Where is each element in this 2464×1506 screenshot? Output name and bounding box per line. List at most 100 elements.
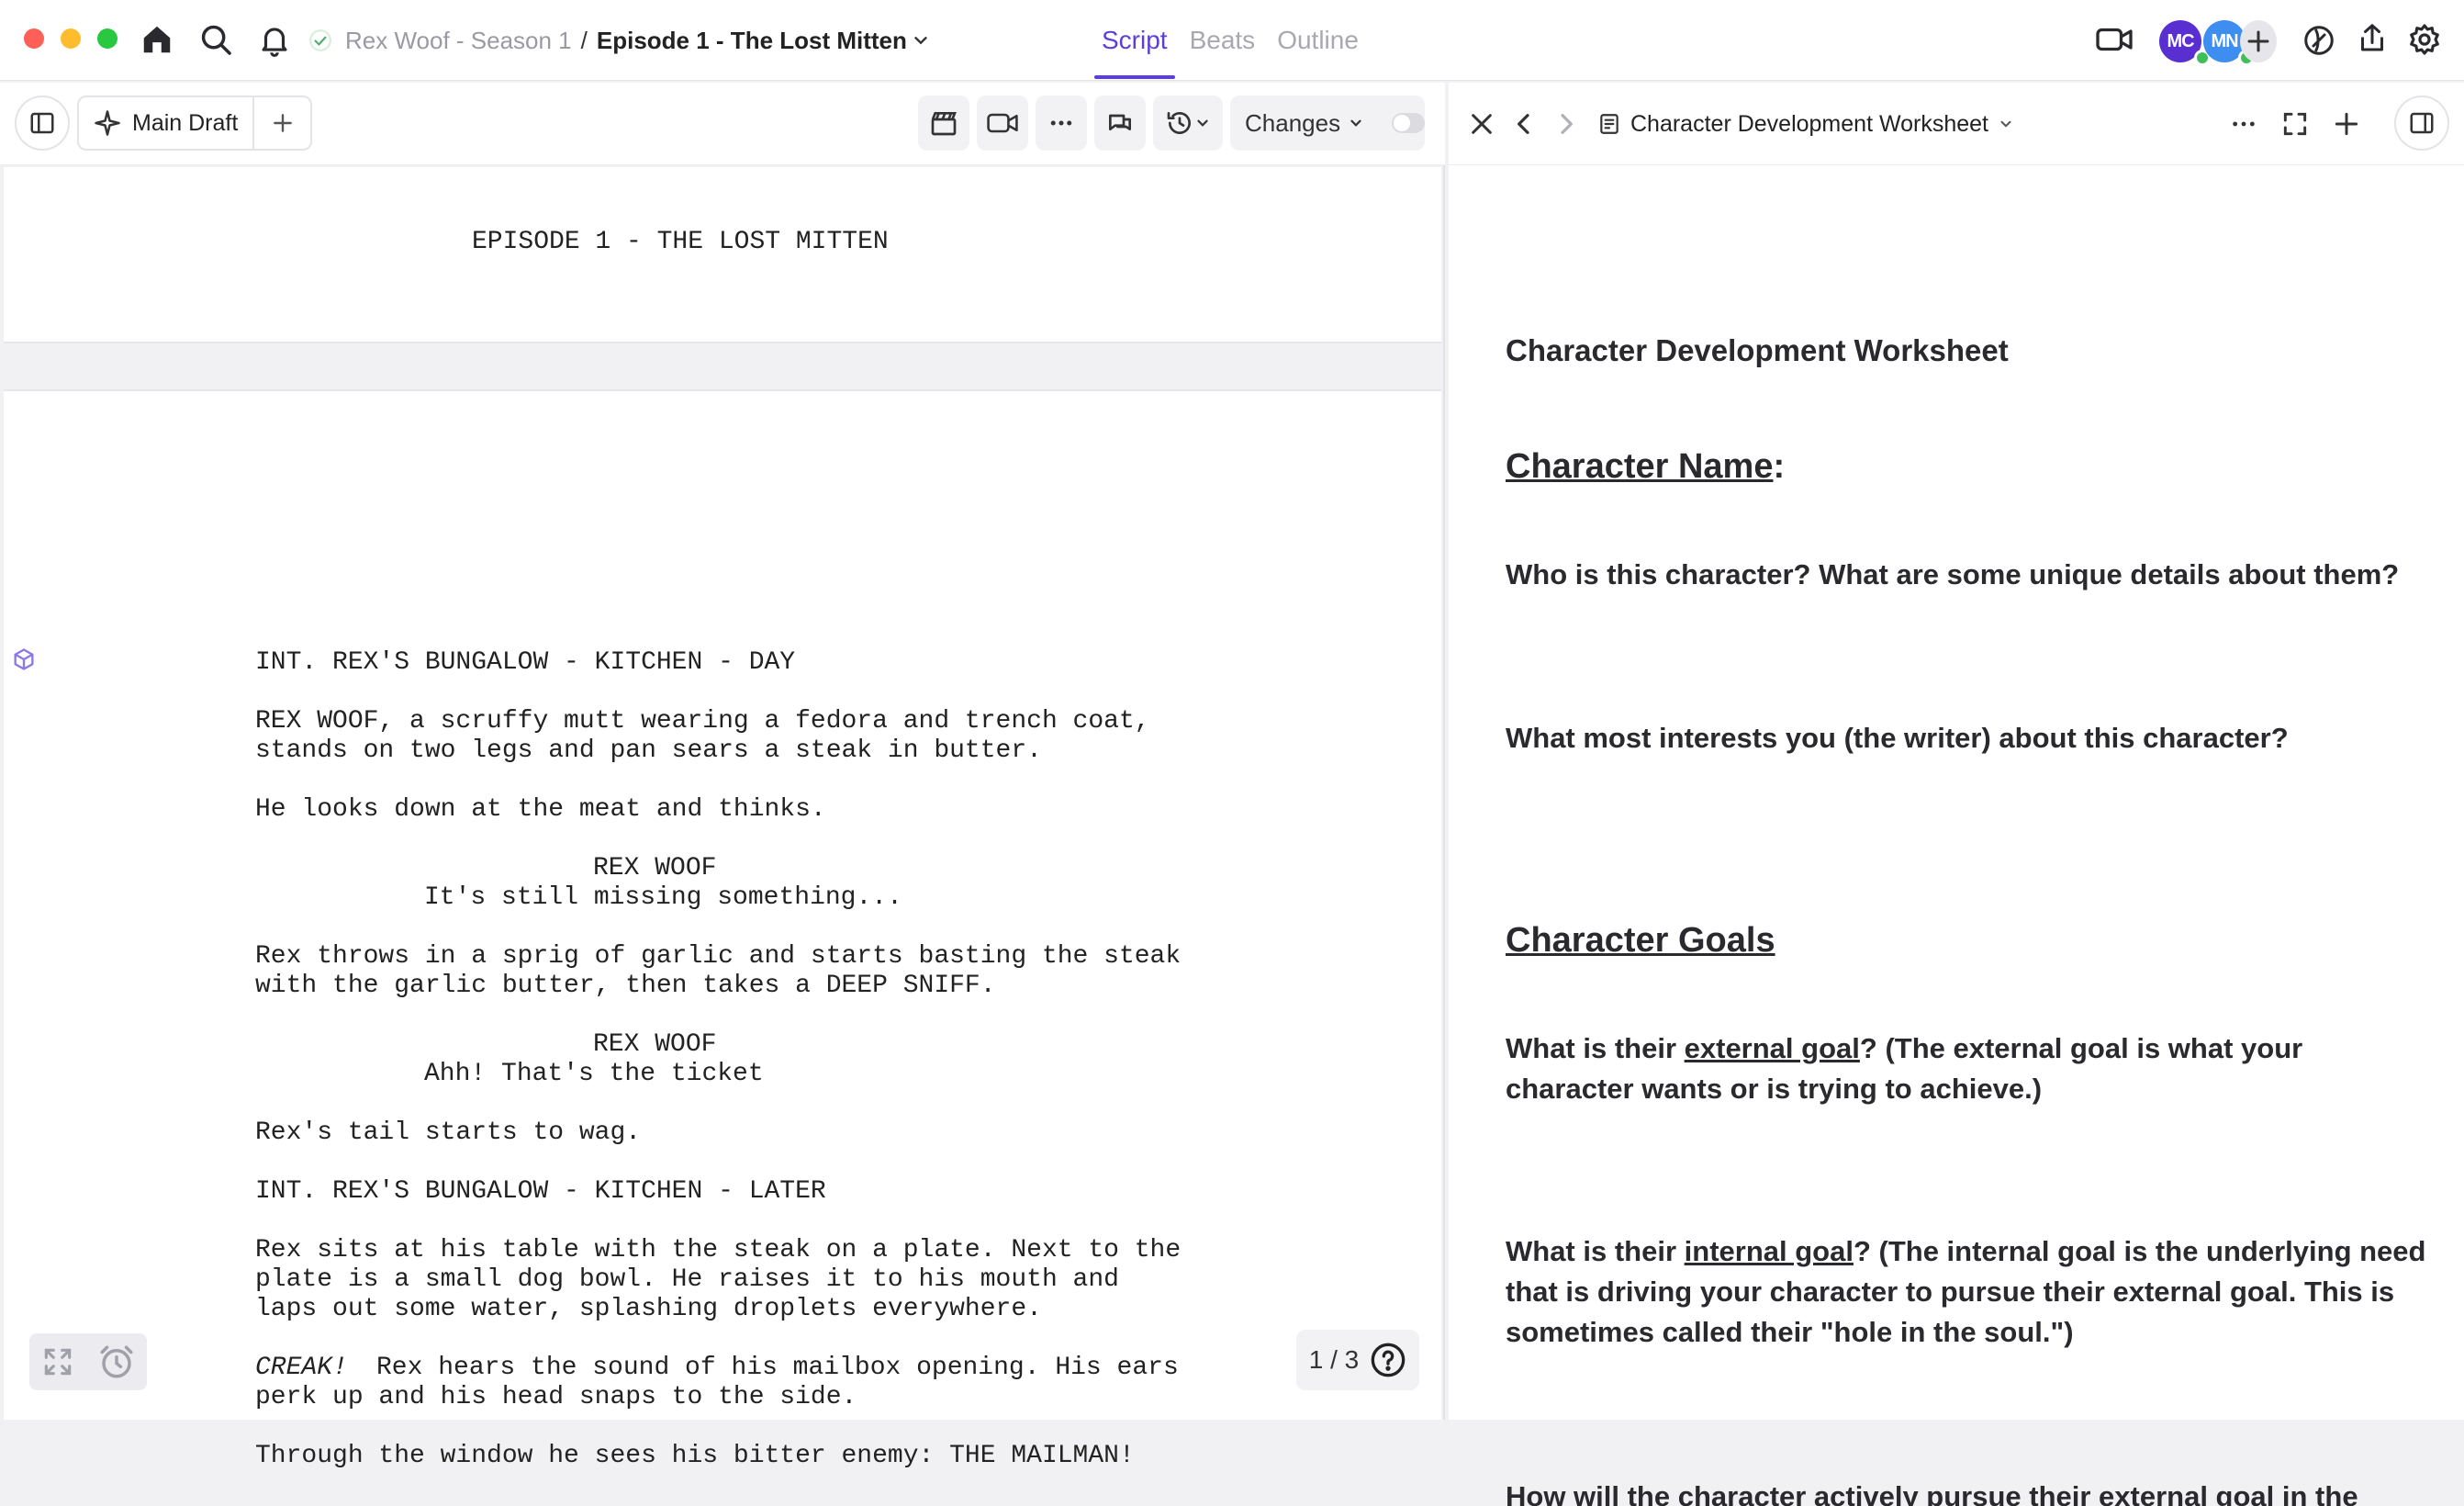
view-tabs: Script Beats Outline [1094, 0, 1362, 81]
project-link[interactable]: Rex Woof - Season 1 [345, 27, 572, 55]
toggle-panel-button[interactable] [2394, 96, 2449, 151]
video-icon [987, 113, 1018, 133]
panel-icon [2410, 112, 2434, 134]
question-who: Who is this character? What are some uni… [1506, 558, 2400, 590]
add-draft-button[interactable] [254, 111, 310, 135]
question-interests: What most interests you (the writer) abo… [1506, 722, 2289, 754]
compass-icon[interactable] [2302, 24, 2337, 59]
toggle-sidebar-button[interactable] [15, 96, 70, 151]
document-panel: Character Development Worksheet Characte… [1449, 83, 2464, 1506]
scene-marker-icon[interactable] [11, 646, 37, 672]
back-arrow-icon[interactable] [1509, 109, 1539, 139]
sidebar-icon [30, 112, 54, 134]
action-line[interactable]: plate is a small dog bowl. He raises it … [255, 1265, 1119, 1294]
help-icon[interactable] [1370, 1342, 1406, 1378]
tab-outline[interactable]: Outline [1273, 0, 1362, 81]
more-options-icon[interactable] [2229, 109, 2258, 139]
title-page: EPISODE 1 - THE LOST MITTEN [4, 167, 1441, 343]
add-collaborator-button[interactable] [2240, 20, 2277, 62]
fullscreen-icon[interactable] [2280, 109, 2310, 139]
draft-label: Main Draft [132, 109, 239, 136]
worksheet-title: Character Development Worksheet [1506, 333, 2009, 367]
video-call-icon[interactable] [2095, 23, 2134, 58]
chevron-down-icon [1197, 119, 1208, 127]
ellipsis-icon [1050, 120, 1072, 126]
minimize-window-button[interactable] [61, 28, 81, 49]
question-external-goal: What is their external goal? (The extern… [1506, 1032, 2303, 1105]
plus-icon [273, 114, 292, 132]
external-goal-link[interactable]: external goal [1685, 1032, 1860, 1064]
close-window-button[interactable] [24, 28, 44, 49]
changes-label: Changes [1245, 108, 1341, 137]
section-heading-goals: Character Goals [1506, 921, 1775, 960]
expand-icon[interactable] [40, 1344, 75, 1379]
page-count: 1 / 3 [1308, 1345, 1360, 1374]
alarm-clock-icon[interactable] [97, 1343, 136, 1381]
more-options-button[interactable] [1036, 96, 1087, 151]
action-line[interactable]: with the garlic butter, then takes a DEE… [255, 972, 996, 1000]
search-icon[interactable] [198, 22, 233, 57]
close-icon[interactable] [1467, 109, 1496, 139]
tab-beats[interactable]: Beats [1186, 0, 1260, 81]
chevron-down-icon [2000, 120, 2011, 128]
action-line[interactable]: Rex sits at his table with the steak on … [255, 1236, 1181, 1264]
scene-heading[interactable]: INT. REX'S BUNGALOW - KITCHEN - DAY [255, 648, 795, 677]
scene-board-button[interactable] [918, 96, 969, 151]
action-line[interactable]: laps out some water, splashing droplets … [255, 1295, 1042, 1323]
forward-arrow-icon[interactable] [1551, 109, 1581, 139]
title-bar: Rex Woof - Season 1 / Episode 1 - The Lo… [0, 0, 2464, 81]
bell-icon[interactable] [257, 22, 292, 57]
history-button[interactable] [1153, 96, 1223, 151]
panel-toolbar: Character Development Worksheet [1449, 83, 2464, 165]
saved-check-icon [309, 29, 331, 51]
sound-effect-text[interactable]: CREAK! [255, 1354, 348, 1382]
action-line[interactable]: Through the window he sees his bitter en… [255, 1442, 1135, 1470]
history-icon [1167, 112, 1191, 134]
comments-button[interactable] [1094, 96, 1146, 151]
action-line[interactable]: Rex throws in a sprig of garlic and star… [255, 942, 1181, 971]
action-line[interactable]: perk up and his head snaps to the side. [255, 1383, 857, 1411]
document-icon [1600, 114, 1618, 134]
video-button[interactable] [977, 96, 1028, 151]
action-line[interactable]: stands on two legs and pan sears a steak… [255, 736, 1042, 765]
title-page-heading[interactable]: EPISODE 1 - THE LOST MITTEN [472, 228, 889, 256]
gear-icon[interactable] [2407, 22, 2442, 57]
clapperboard-icon [931, 112, 957, 136]
action-line[interactable]: Rex's tail starts to wag. [255, 1118, 641, 1147]
sparkle-icon [95, 110, 120, 136]
internal-goal-link[interactable]: internal goal [1685, 1235, 1854, 1267]
script-editor-pane: Main Draft Changes EPISODE 1 - THE LOST … [0, 83, 1445, 1470]
action-line[interactable]: Rex hears the sound of his mailbox openi… [376, 1354, 1179, 1382]
dialogue-line[interactable]: It's still missing something... [424, 883, 902, 912]
episode-title[interactable]: Episode 1 - The Lost Mitten [597, 27, 907, 55]
dialogue-line[interactable]: Ahh! That's the ticket [424, 1060, 764, 1088]
changes-control[interactable]: Changes [1230, 96, 1425, 151]
plus-icon[interactable] [2332, 109, 2361, 139]
character-cue[interactable]: REX WOOF [593, 1030, 716, 1059]
section-heading-name: Character Name: [1506, 447, 1786, 486]
draft-selector: Main Draft [77, 96, 312, 151]
breadcrumb: Rex Woof - Season 1 / Episode 1 - The Lo… [308, 22, 931, 59]
breadcrumb-separator: / [580, 26, 588, 54]
editor-toolbar: Main Draft Changes [0, 83, 1445, 165]
page-indicator[interactable]: 1 / 3 [1296, 1330, 1419, 1390]
character-cue[interactable]: REX WOOF [593, 854, 716, 882]
chevron-down-icon[interactable] [911, 30, 931, 51]
changes-toggle[interactable] [1392, 113, 1425, 133]
zoom-window-button[interactable] [97, 28, 118, 49]
document-title: Character Development Worksheet [1630, 110, 1988, 137]
share-icon[interactable] [2356, 22, 2391, 57]
question-internal-goal: What is their internal goal? (The intern… [1506, 1235, 2426, 1348]
action-line[interactable]: He looks down at the meat and thinks. [255, 795, 826, 824]
document-selector[interactable]: Character Development Worksheet [1597, 105, 2014, 143]
scene-heading[interactable]: INT. REX'S BUNGALOW - KITCHEN - LATER [255, 1177, 826, 1206]
action-line[interactable]: REX WOOF, a scruffy mutt wearing a fedor… [255, 707, 1150, 736]
bottom-tools [29, 1333, 147, 1390]
plus-icon [2247, 30, 2269, 52]
tab-script[interactable]: Script [1094, 0, 1175, 81]
chevron-down-icon [1350, 119, 1361, 127]
draft-button[interactable]: Main Draft [79, 97, 255, 149]
question-pursue: How will the character actively pursue t… [1506, 1480, 2358, 1506]
comments-icon [1109, 114, 1131, 130]
home-icon[interactable] [140, 22, 174, 57]
